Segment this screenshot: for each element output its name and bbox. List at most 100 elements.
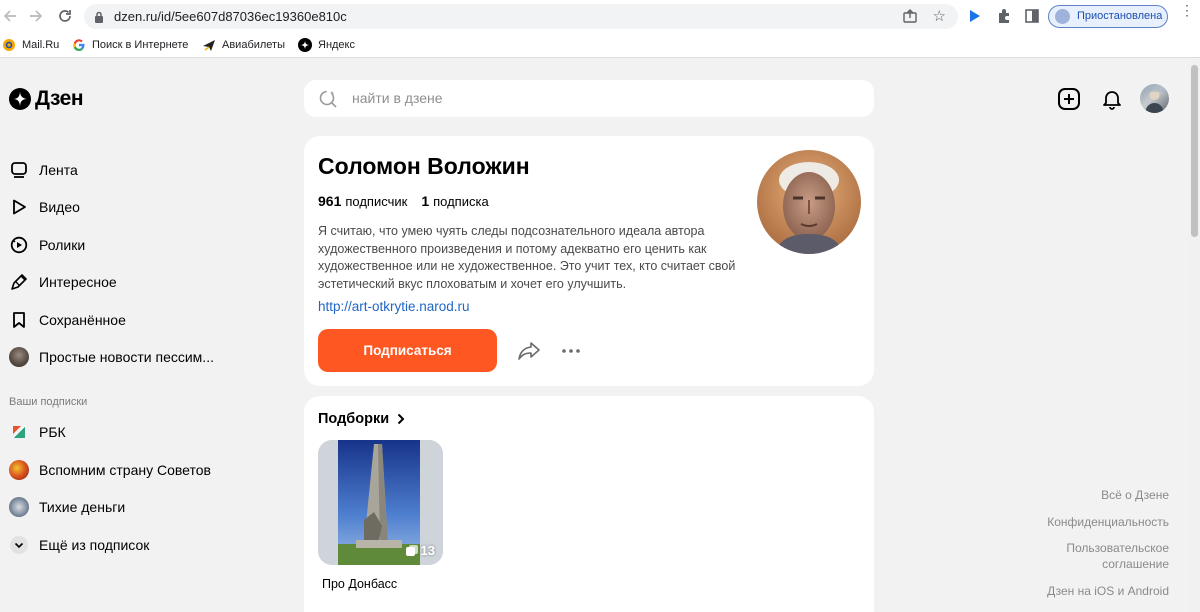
collection-count: 13 [405, 543, 435, 558]
collection-thumbnail[interactable]: 13 [318, 440, 443, 565]
profile-website-link[interactable]: http://art-otkrytie.narod.ru [318, 299, 470, 314]
gallery-icon [405, 545, 418, 556]
channel-avatar [9, 497, 29, 517]
share-button[interactable] [516, 339, 542, 363]
footer-link-terms[interactable]: Пользовательское соглашение [1059, 540, 1169, 572]
back-arrow-icon [3, 10, 16, 22]
side-panel-icon[interactable] [1022, 6, 1042, 26]
search-bar[interactable] [304, 80, 874, 117]
profile-name: Соломон Воложин [318, 153, 530, 179]
play-icon [9, 197, 29, 217]
search-icon [318, 89, 338, 114]
collections-header[interactable]: Подборки [318, 411, 405, 427]
back-button[interactable] [0, 6, 20, 26]
sidebar-item-label: РБК [39, 424, 66, 440]
reload-button[interactable] [55, 6, 75, 26]
share-page-icon[interactable] [902, 8, 918, 29]
reload-icon [59, 10, 71, 22]
dzen-page: Дзен Лента Видео Ролики И [0, 59, 1200, 612]
profile-avatar [757, 150, 861, 254]
bookmark-label: Mail.Ru [22, 39, 60, 51]
dzen-logo-icon [9, 88, 31, 110]
bookmarks-bar: Mail.Ru Поиск в Интернете Авиабилеты Янд… [0, 32, 1200, 58]
sidebar-item-label: Ещё из подписок [39, 537, 150, 553]
extensions-puzzle-icon[interactable] [994, 6, 1014, 26]
chevron-right-icon [397, 413, 405, 425]
collection-label[interactable]: Про Донбасс [322, 577, 397, 591]
bookmark-mailru[interactable]: Mail.Ru [2, 37, 59, 53]
plane-icon [202, 38, 216, 52]
address-bar[interactable]: dzen.ru/id/5ee607d87036ec19360e810c ☆ [84, 4, 958, 29]
channel-avatar [9, 460, 29, 480]
extension-play-icon[interactable] [965, 6, 985, 26]
subscriptions-heading: Ваши подписки [9, 396, 88, 408]
sidebar-item-label: Вспомним страну Советов [39, 462, 211, 478]
collections-card: Подборки 13 Про Донбасс [304, 396, 874, 612]
sidebar-item-video[interactable]: Видео [9, 195, 80, 219]
page-scrollbar[interactable] [1188, 59, 1200, 612]
subscribe-button[interactable]: Подписаться [318, 329, 497, 372]
sidebar-item-shorts[interactable]: Ролики [9, 233, 85, 257]
browser-menu-icon[interactable]: ⋮ [1180, 3, 1194, 17]
dzen-logo[interactable]: Дзен [9, 87, 84, 111]
sidebar-item-label: Сохранённое [39, 312, 126, 328]
profile-description: Я считаю, что умею чуять следы подсознат… [318, 224, 736, 291]
sidebar-item-channel[interactable]: Простые новости пессим... [9, 345, 214, 369]
create-post-button[interactable] [1056, 86, 1082, 112]
plus-square-icon [1058, 88, 1080, 110]
subscriptions-label[interactable]: подписка [433, 194, 489, 209]
lock-icon [94, 10, 104, 28]
bookmark-label: Поиск в Интернете [92, 39, 189, 51]
interesting-icon [9, 272, 29, 292]
bookmark-star-icon[interactable]: ☆ [933, 7, 946, 25]
share-arrow-icon [518, 342, 540, 360]
forward-arrow-icon [30, 10, 43, 22]
sidebar-item-saved[interactable]: Сохранённое [9, 308, 126, 332]
subscribers-label[interactable]: подписчик [345, 194, 407, 209]
search-input[interactable] [352, 88, 852, 108]
sidebar-item-interesting[interactable]: Интересное [9, 270, 117, 294]
more-options-button[interactable] [560, 339, 582, 363]
subscriptions-count: 1 [421, 193, 430, 209]
more-subscriptions-button[interactable]: Ещё из подписок [9, 533, 149, 557]
more-dots-icon [562, 349, 580, 353]
collections-title: Подборки [318, 411, 390, 427]
google-icon [72, 38, 86, 52]
subscription-item-soviet[interactable]: Вспомним страну Советов [9, 458, 211, 482]
sidebar-item-label: Интересное [39, 274, 117, 290]
forward-button[interactable] [26, 6, 46, 26]
bell-icon [1103, 91, 1121, 110]
profile-stats: 961 подписчик 1 подписка [318, 193, 489, 209]
sidebar-item-label: Лента [39, 162, 78, 178]
footer-link-about[interactable]: Всё о Дзене [1101, 487, 1169, 503]
url-text[interactable]: dzen.ru/id/5ee607d87036ec19360e810c [114, 9, 347, 24]
profile-avatar-icon [1055, 9, 1070, 24]
footer-link-privacy[interactable]: Конфиденциальность [1047, 514, 1169, 530]
footer-link-apps[interactable]: Дзен на iOS и Android [1047, 583, 1169, 599]
bookmark-avia[interactable]: Авиабилеты [202, 37, 285, 53]
subscription-item-rbc[interactable]: РБК [9, 420, 66, 444]
rbc-logo [9, 422, 29, 442]
user-avatar[interactable] [1140, 84, 1169, 113]
shorts-icon [9, 235, 29, 255]
profile-status-label: Приостановлена [1077, 10, 1163, 22]
subscription-item-quiet-money[interactable]: Тихие деньги [9, 495, 125, 519]
profile-paused-button[interactable]: Приостановлена [1048, 5, 1168, 28]
sidebar-item-feed[interactable]: Лента [9, 158, 78, 182]
chevron-down-icon [9, 535, 29, 555]
feed-icon [9, 160, 29, 180]
bookmark-google-search[interactable]: Поиск в Интернете [72, 37, 188, 53]
bookmark-yandex[interactable]: Яндекс [298, 37, 355, 53]
collection-count-value: 13 [420, 543, 435, 558]
browser-toolbar: dzen.ru/id/5ee607d87036ec19360e810c ☆ Пр… [0, 0, 1200, 32]
sidebar-item-label: Простые новости пессим... [39, 349, 214, 365]
channel-avatar [9, 347, 29, 367]
scrollbar-thumb[interactable] [1191, 65, 1198, 237]
profile-card: Соломон Воложин 961 подписчик 1 подписка… [304, 136, 874, 386]
mailru-icon [2, 38, 16, 52]
notifications-button[interactable] [1099, 86, 1125, 112]
logo-text: Дзен [35, 87, 84, 110]
sidebar-item-label: Ролики [39, 237, 86, 253]
bookmark-label: Яндекс [318, 39, 355, 51]
sidebar-item-label: Видео [39, 199, 80, 215]
